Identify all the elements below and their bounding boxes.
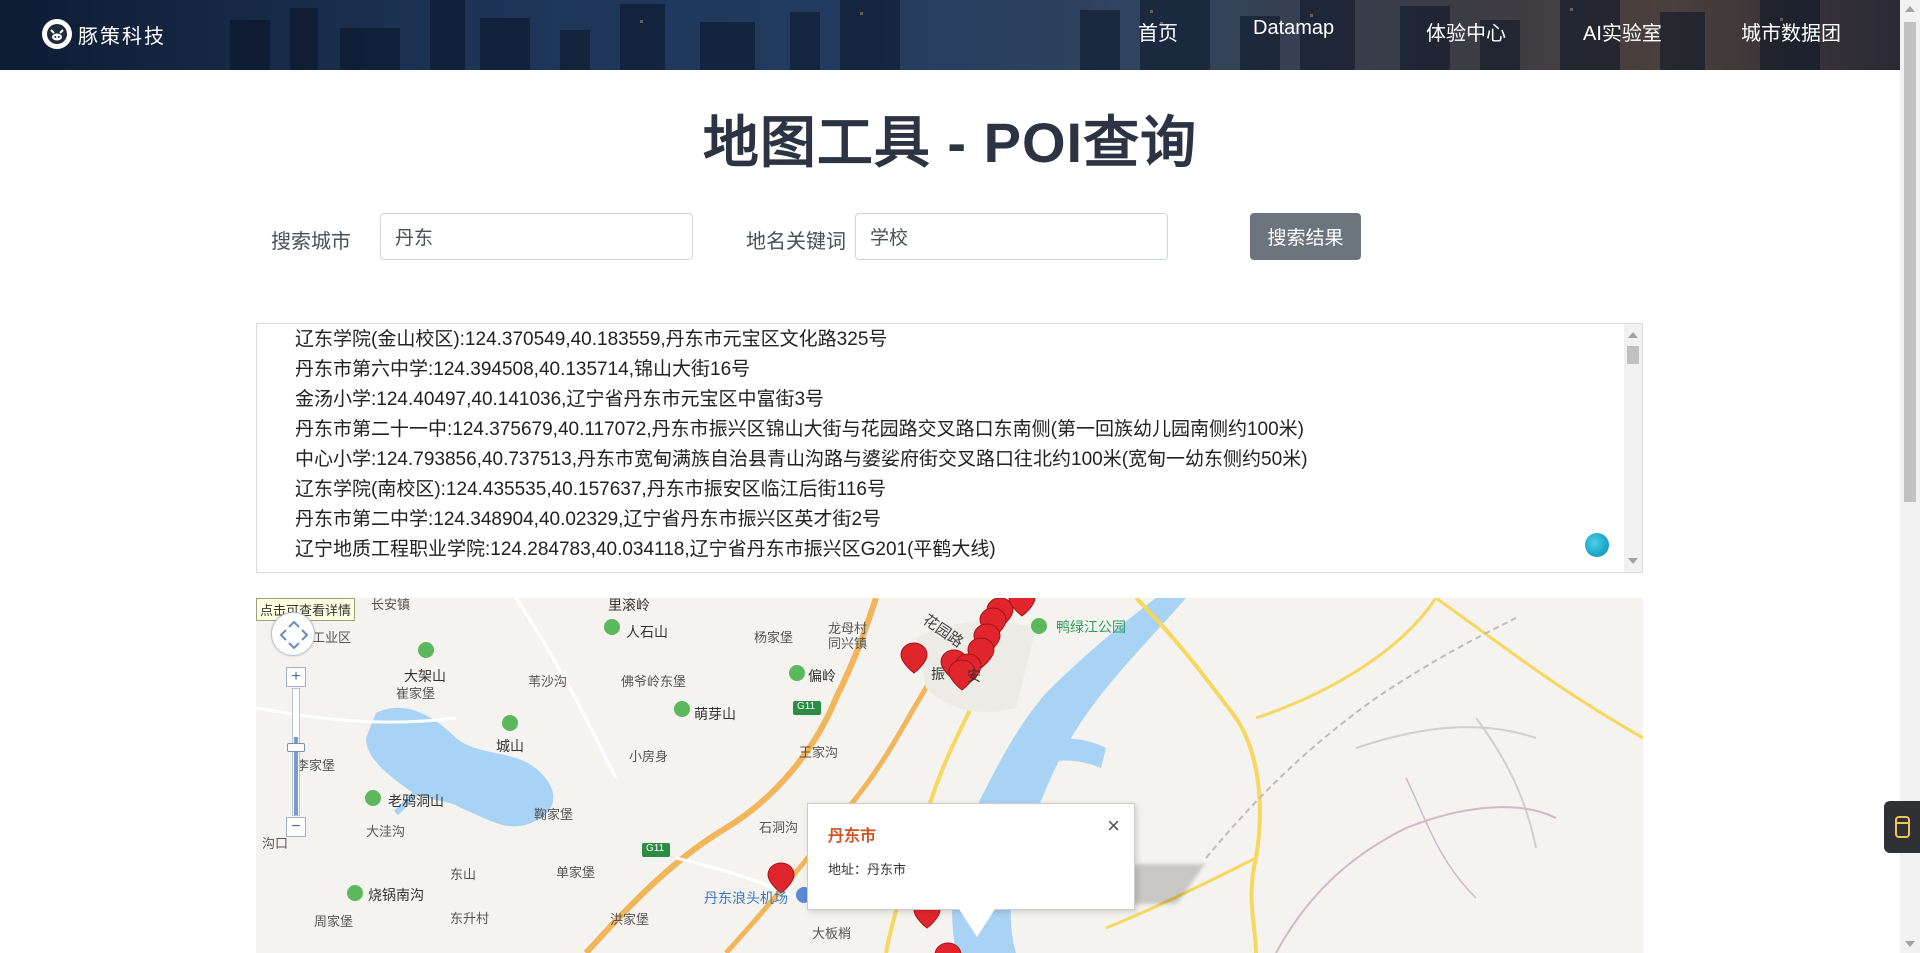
zoom-slider[interactable] bbox=[292, 688, 300, 816]
nav-datamap[interactable]: Datamap bbox=[1253, 17, 1334, 40]
result-item[interactable]: 中心小学:124.793856,40.737513,丹东市宽甸满族自治县青山沟路… bbox=[295, 445, 1642, 475]
map-label: 城山 bbox=[496, 738, 524, 754]
results-scrollbar[interactable] bbox=[1624, 324, 1642, 572]
page-scroll-down-icon[interactable] bbox=[1905, 941, 1915, 947]
pig-logo-icon bbox=[42, 19, 72, 49]
map-label: 苇沙沟 bbox=[528, 674, 568, 689]
nav-experience-center[interactable]: 体验中心 bbox=[1426, 17, 1506, 46]
map-label: 偏岭 bbox=[808, 668, 836, 684]
keyword-label: 地名关键词 bbox=[746, 231, 846, 253]
side-floating-widget[interactable] bbox=[1884, 801, 1920, 853]
map-label: 大洼沟 bbox=[366, 824, 406, 839]
map-label: 丹东浪头机场 bbox=[704, 890, 788, 906]
map-label: 沟口 bbox=[262, 836, 289, 851]
top-navbar: 豚策科技 首页 Datamap 体验中心 AI实验室 城市数据团 bbox=[0, 0, 1900, 70]
info-window-title: 丹东市 bbox=[828, 828, 877, 845]
map-label: 单家堡 bbox=[556, 865, 596, 880]
nav-home[interactable]: 首页 bbox=[1138, 17, 1178, 46]
info-window: 丹东市 地址：丹东市 × bbox=[807, 803, 1135, 910]
map-label: G11 bbox=[797, 701, 816, 712]
map-pan-control[interactable] bbox=[271, 612, 315, 656]
close-icon[interactable]: × bbox=[1107, 813, 1120, 839]
result-item[interactable]: 金汤小学:124.40497,40.141036,辽宁省丹东市元宝区中富街3号 bbox=[295, 385, 1642, 415]
city-input[interactable] bbox=[380, 213, 693, 260]
map-label: 烧锅南沟 bbox=[368, 887, 424, 903]
app-root: 豚策科技 首页 Datamap 体验中心 AI实验室 城市数据团 地图工具 - … bbox=[0, 0, 1920, 953]
result-item[interactable]: 丹东市第二十一中:124.375679,40.117072,丹东市振兴区锦山大街… bbox=[295, 415, 1642, 445]
map-label: 鞠家堡 bbox=[534, 807, 574, 822]
scroll-down-arrow-icon[interactable] bbox=[1628, 558, 1638, 564]
result-item[interactable]: 丹东市第二中学:124.348904,40.02329,辽宁省丹东市振兴区英才街… bbox=[295, 505, 1642, 535]
map-label: 人石山 bbox=[626, 624, 668, 640]
zoom-out-button[interactable]: − bbox=[286, 817, 306, 837]
result-item[interactable]: 辽东学院(金山校区):124.370549,40.183559,丹东市元宝区文化… bbox=[295, 325, 1642, 355]
results-list-box[interactable]: 辽东学院(金山校区):124.370549,40.183559,丹东市元宝区文化… bbox=[256, 323, 1643, 573]
info-window-address: 地址：丹东市 bbox=[828, 862, 907, 877]
map-label: 安 bbox=[967, 668, 981, 684]
page-scroll-up-icon[interactable] bbox=[1905, 6, 1915, 12]
keyword-input[interactable] bbox=[855, 213, 1168, 260]
info-window-pointer bbox=[959, 909, 995, 937]
map-label: 工业区 bbox=[312, 630, 352, 645]
zoom-in-button[interactable]: + bbox=[286, 667, 306, 687]
map-label: 李家堡 bbox=[296, 758, 336, 773]
brand-name: 豚策科技 bbox=[78, 25, 166, 48]
map-label: 东山 bbox=[450, 867, 477, 882]
scroll-up-arrow-icon[interactable] bbox=[1628, 332, 1638, 338]
map-label: G11 bbox=[646, 843, 665, 854]
map-label: 大板梢 bbox=[812, 926, 852, 941]
result-item[interactable]: 丹东市第六中学:124.394508,40.135714,锦山大街16号 bbox=[295, 355, 1642, 385]
map-label: 王家沟 bbox=[799, 745, 839, 760]
map-label: 洪家堡 bbox=[610, 912, 650, 927]
page-scroll-thumb[interactable] bbox=[1904, 22, 1916, 502]
city-label: 搜索城市 bbox=[271, 231, 351, 253]
result-item[interactable]: 辽宁地质工程职业学院:124.284783,40.034118,辽宁省丹东市振兴… bbox=[295, 535, 1642, 565]
map-label: 佛爷岭东堡 bbox=[621, 674, 687, 689]
map-label: 杨家堡 bbox=[754, 630, 794, 645]
map-label: 周家堡 bbox=[314, 914, 354, 929]
map-label: 长安镇 bbox=[371, 598, 411, 612]
map-label: 萌芽山 bbox=[694, 706, 736, 722]
cup-icon bbox=[1895, 816, 1910, 838]
brand-logo[interactable]: 豚策科技 bbox=[42, 19, 166, 49]
loading-spinner-icon bbox=[1585, 533, 1609, 557]
map-label: 东升村 bbox=[450, 911, 490, 926]
results-list: 辽东学院(金山校区):124.370549,40.183559,丹东市元宝区文化… bbox=[257, 325, 1642, 565]
results-scroll-thumb[interactable] bbox=[1627, 346, 1639, 364]
map-label: 崔家堡 bbox=[396, 686, 436, 701]
map-label: 振 bbox=[931, 666, 945, 682]
map-label: 里滚岭 bbox=[608, 598, 650, 613]
nav-ai-lab[interactable]: AI实验室 bbox=[1583, 17, 1662, 46]
map-label: 同兴镇 bbox=[828, 636, 868, 651]
map-view[interactable]: 长安镇 工业区 里滚岭 人石山 龙母村 同兴镇 杨家堡 花园路 鸭绿江公园 大架… bbox=[256, 598, 1643, 953]
map-label: 老鸦洞山 bbox=[388, 793, 444, 809]
result-item[interactable]: 辽东学院(南校区):124.435535,40.157637,丹东市振安区临江后… bbox=[295, 475, 1642, 505]
zoom-slider-handle[interactable] bbox=[287, 743, 305, 752]
pan-arrows-icon bbox=[279, 620, 309, 650]
search-button[interactable]: 搜索结果 bbox=[1250, 213, 1361, 260]
map-label: 小房身 bbox=[629, 749, 669, 764]
map-label: 鸭绿江公园 bbox=[1056, 619, 1126, 635]
page-title: 地图工具 - POI查询 bbox=[702, 111, 1198, 174]
nav-city-data-group[interactable]: 城市数据团 bbox=[1741, 17, 1841, 46]
map-label: 石洞沟 bbox=[759, 820, 799, 835]
